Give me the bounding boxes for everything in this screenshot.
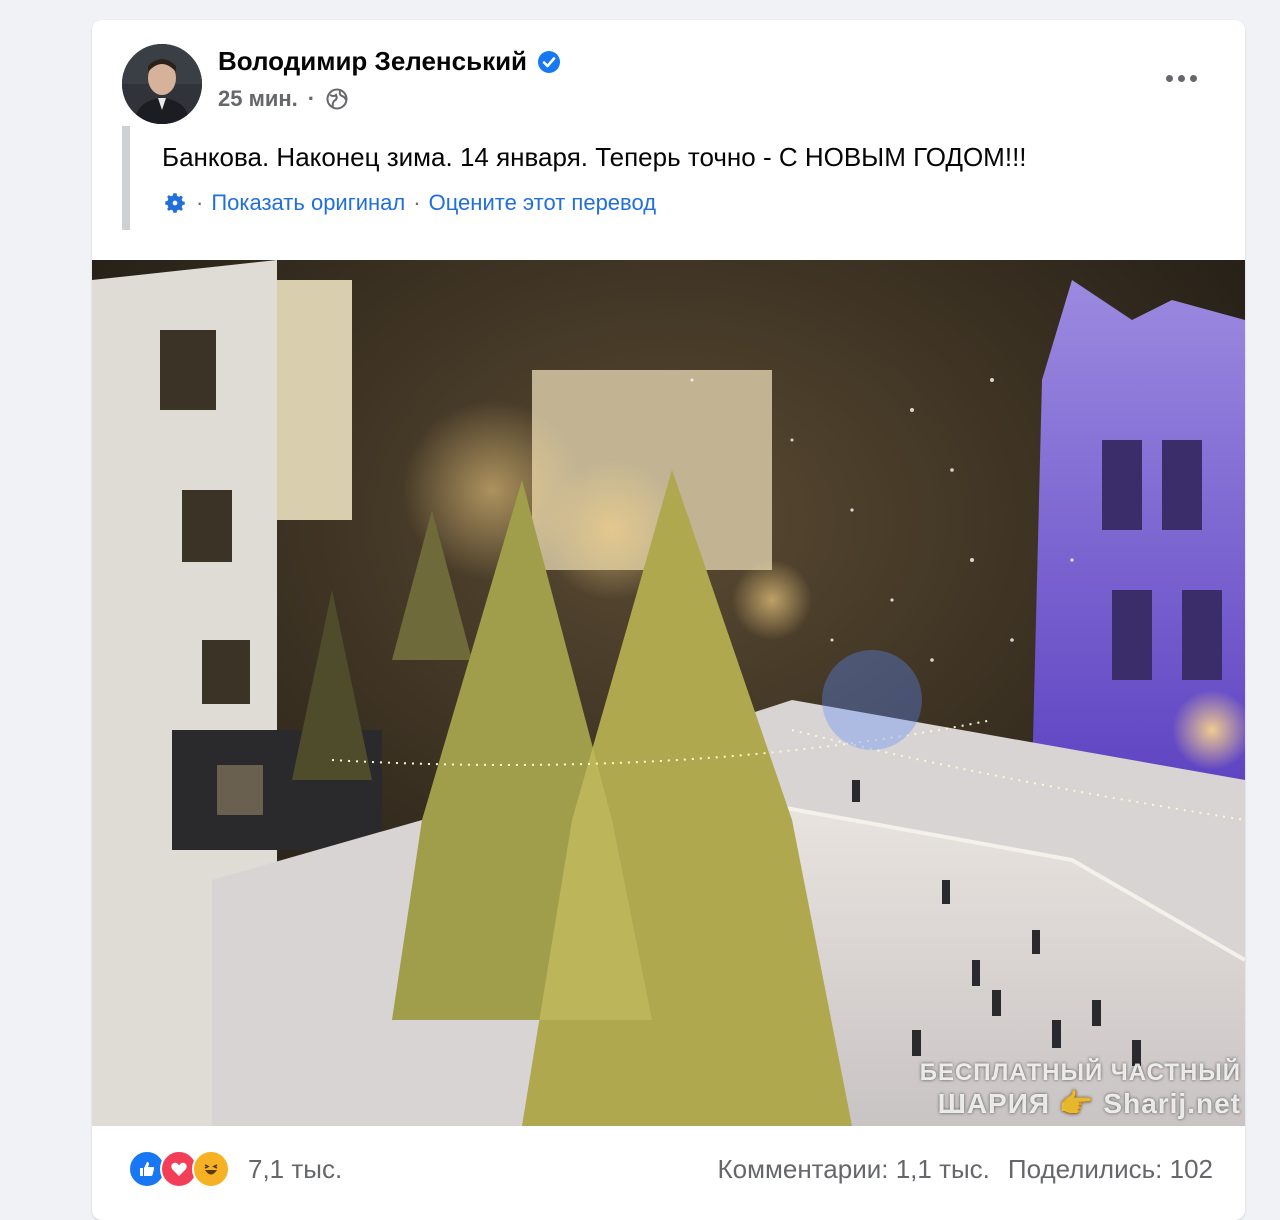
post-stats: Комментарии: 1,1 тыс. Поделились: 102 [718,1154,1214,1185]
post-card: Володимир Зеленський 25 мин. · Банкова. … [92,20,1245,1220]
reaction-icons[interactable] [128,1150,230,1188]
translation-dot: · [196,190,204,215]
rate-translation-link[interactable]: Оцените этот перевод [429,190,656,216]
more-dots-icon [1177,74,1185,82]
verified-badge-icon [538,50,561,73]
avatar-photo [122,44,202,124]
more-dots-icon [1165,74,1173,82]
more-dots-icon [1189,74,1197,82]
post-photo[interactable]: БЕСПЛАТНЫЙ ЧАСТНЫЙ ШАРИЯ 👉 Sharij.net [92,260,1245,1126]
heart-glyph [171,1162,187,1176]
watermark-line-1: БЕСПЛАТНЫЙ ЧАСТНЫЙ [919,1059,1241,1086]
post-footer: 7,1 тыс. Комментарии: 1,1 тыс. Поделилис… [92,1126,1245,1220]
thumbs-up-glyph [140,1162,155,1176]
translation-dot: · [413,190,421,215]
winter-square-photo [92,260,1245,1126]
author-avatar[interactable] [122,44,202,124]
shares-count[interactable]: Поделились: 102 [1008,1154,1213,1185]
haha-reaction-icon [192,1150,230,1188]
post-meta: 25 мин. · [218,86,349,112]
comments-count[interactable]: Комментарии: 1,1 тыс. [718,1154,990,1185]
globe-icon[interactable] [325,87,349,111]
watermark: БЕСПЛАТНЫЙ ЧАСТНЫЙ ШАРИЯ 👉 Sharij.net [920,1059,1241,1120]
reactions-count[interactable]: 7,1 тыс. [248,1154,342,1185]
post-options-button[interactable] [1161,64,1201,92]
meta-separator: · [307,86,316,111]
laughing-face-glyph [204,1164,218,1175]
translation-row: · Показать оригинал · Оцените этот перев… [162,190,656,216]
post-time[interactable]: 25 мин. [218,86,298,112]
gear-icon[interactable] [162,190,188,216]
author-name[interactable]: Володимир Зеленський [218,46,561,77]
author-name-text[interactable]: Володимир Зеленський [218,46,527,77]
show-original-link[interactable]: Показать оригинал [211,190,405,216]
watermark-line-2: ШАРИЯ 👉 Sharij.net [937,1088,1241,1119]
post-text: Банкова. Наконец зима. 14 января. Теперь… [162,142,1027,172]
translation-quote-bar [122,126,130,230]
